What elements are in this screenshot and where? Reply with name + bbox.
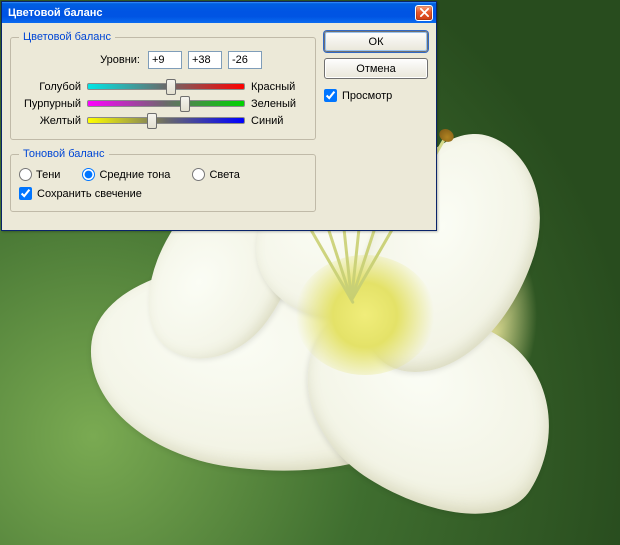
close-button[interactable] — [415, 5, 433, 21]
slider-label-magenta: Пурпурный — [19, 98, 81, 110]
slider-cyan-red[interactable] — [87, 80, 245, 94]
preserve-luminosity-input[interactable] — [19, 187, 32, 200]
slider-track — [87, 117, 245, 124]
slider-thumb[interactable] — [180, 96, 190, 112]
color-balance-group: Цветовой баланс Уровни: Голубой Кр — [10, 31, 316, 140]
radio-midtones-label: Средние тона — [99, 169, 170, 181]
preserve-luminosity[interactable]: Сохранить свечение — [19, 187, 142, 200]
levels-label: Уровни: — [64, 54, 140, 66]
slider-label-green: Зеленый — [251, 98, 307, 110]
level-input-3[interactable] — [228, 51, 262, 69]
radio-shadows-input[interactable] — [19, 168, 32, 181]
preserve-luminosity-label: Сохранить свечение — [37, 188, 142, 200]
close-icon — [420, 8, 429, 17]
image-canvas: Цветовой баланс Цветовой баланс Уровни: — [0, 0, 620, 545]
color-balance-dialog: Цветовой баланс Цветовой баланс Уровни: — [1, 1, 437, 231]
preview-checkbox[interactable] — [324, 89, 337, 102]
slider-label-cyan: Голубой — [19, 81, 81, 93]
radio-midtones-input[interactable] — [82, 168, 95, 181]
tone-balance-group: Тоновой баланс Тени Средние тона Свет — [10, 148, 316, 212]
preview-label: Просмотр — [342, 90, 392, 102]
radio-midtones[interactable]: Средние тона — [82, 168, 170, 181]
level-input-1[interactable] — [148, 51, 182, 69]
radio-highlights-label: Света — [209, 169, 239, 181]
group-legend-color: Цветовой баланс — [19, 31, 115, 43]
ok-button[interactable]: ОК — [324, 31, 428, 52]
preview-toggle[interactable]: Просмотр — [324, 89, 428, 102]
slider-label-yellow: Желтый — [19, 115, 81, 127]
slider-thumb[interactable] — [147, 113, 157, 129]
level-input-2[interactable] — [188, 51, 222, 69]
radio-shadows-label: Тени — [36, 169, 60, 181]
radio-highlights[interactable]: Света — [192, 168, 239, 181]
window-title: Цветовой баланс — [8, 7, 103, 19]
radio-shadows[interactable]: Тени — [19, 168, 60, 181]
slider-thumb[interactable] — [166, 79, 176, 95]
slider-label-blue: Синий — [251, 115, 307, 127]
slider-track — [87, 100, 245, 107]
slider-label-red: Красный — [251, 81, 307, 93]
slider-yellow-blue[interactable] — [87, 114, 245, 128]
group-legend-tone: Тоновой баланс — [19, 148, 109, 160]
cancel-button[interactable]: Отмена — [324, 58, 428, 79]
radio-highlights-input[interactable] — [192, 168, 205, 181]
slider-magenta-green[interactable] — [87, 97, 245, 111]
titlebar[interactable]: Цветовой баланс — [2, 2, 436, 23]
